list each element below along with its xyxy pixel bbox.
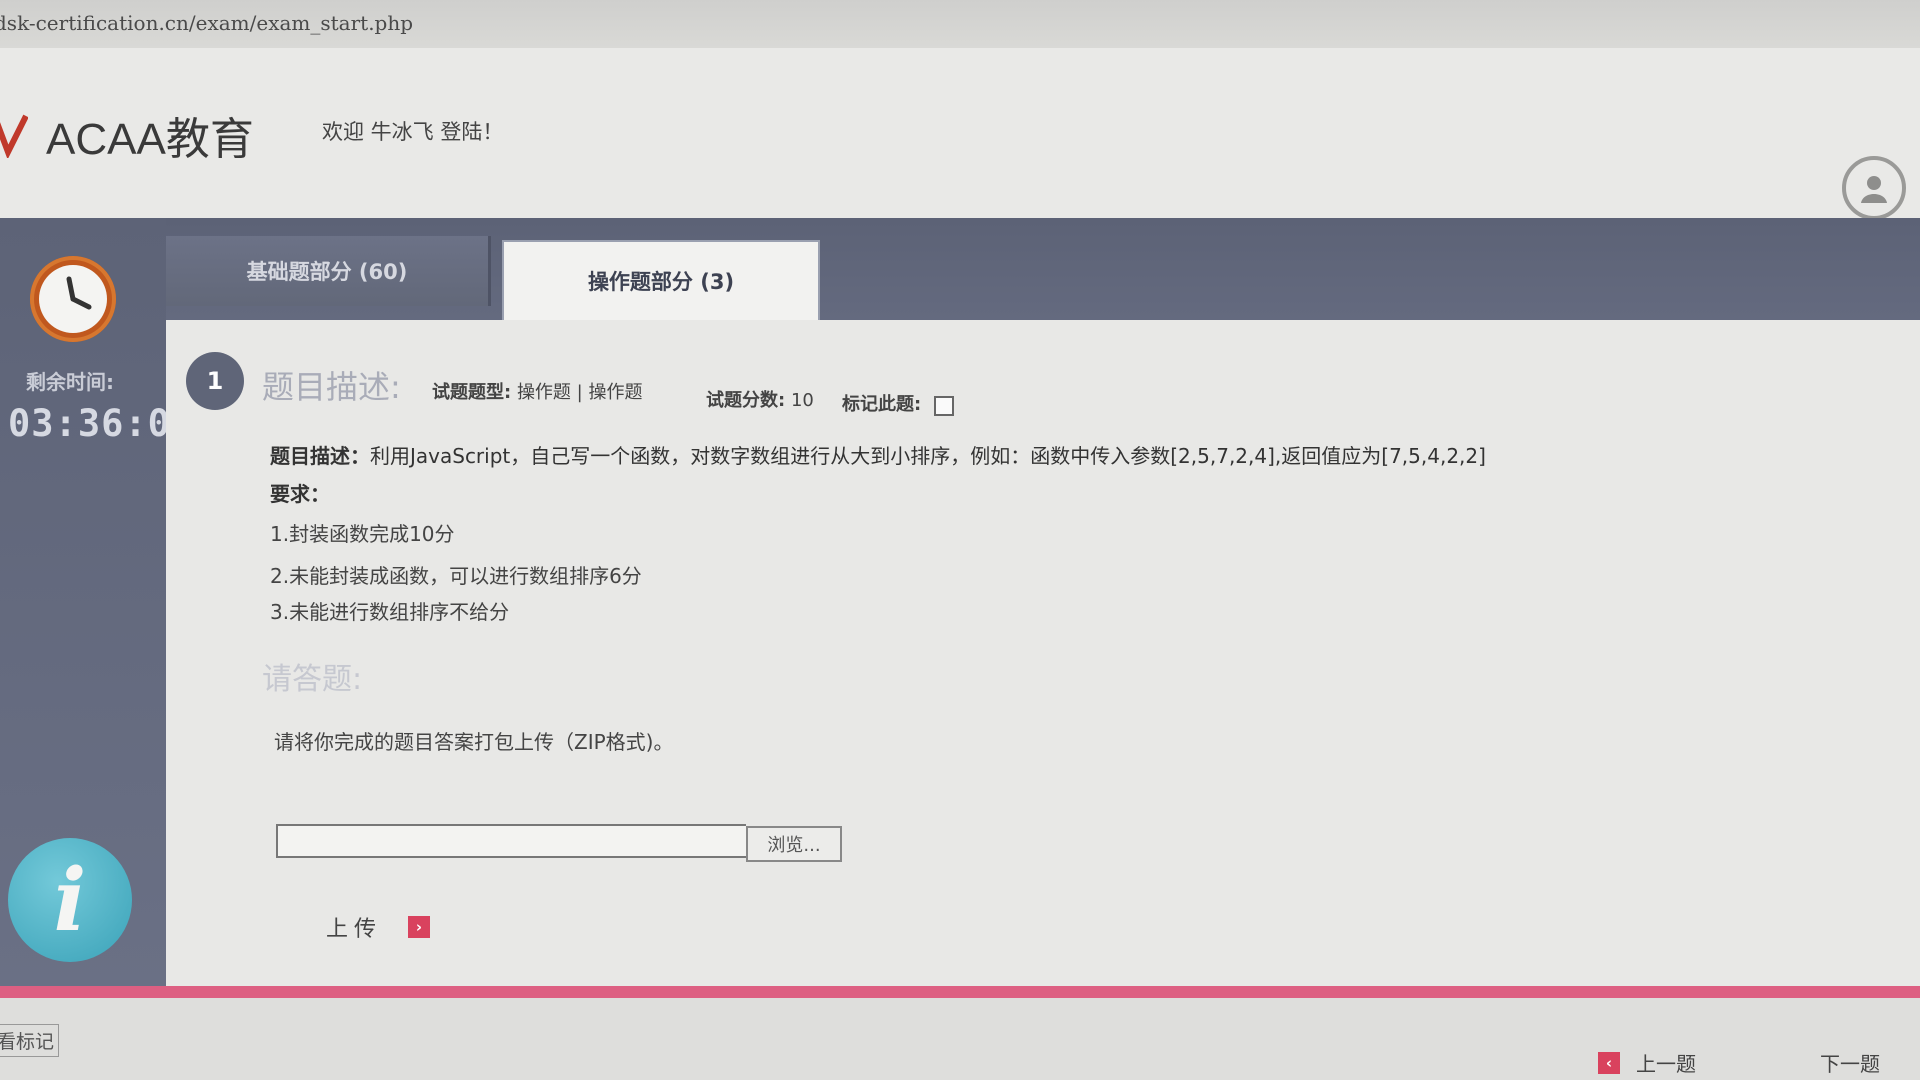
clock-icon <box>30 256 116 342</box>
logo-mark-icon <box>0 110 30 160</box>
tab-label: 基础题部分 (60) <box>246 260 408 284</box>
mark-question-checkbox[interactable] <box>934 396 954 416</box>
info-icon[interactable]: i <box>8 838 132 962</box>
page-header: ACAA教育 欢迎 牛冰飞 登陆！ <box>0 48 1920 220</box>
question-number-badge: 1 <box>186 352 244 410</box>
footer-divider <box>0 986 1920 998</box>
chevron-left-icon: ‹ <box>1598 1051 1620 1074</box>
question-type-label: 试题题型: <box>432 382 512 403</box>
description-label: 题目描述： <box>270 444 370 468</box>
logo-text: ACAA教育 <box>46 115 254 164</box>
tab-operation-questions[interactable]: 操作题部分 (3) <box>502 240 820 320</box>
question-score-value: 10 <box>790 390 814 411</box>
requirement-item: 2.未能封装成函数，可以进行数组排序6分 <box>270 564 642 588</box>
requirements-title: 要求： <box>270 482 330 506</box>
mark-question-label: 标记此题: <box>842 394 922 415</box>
user-account-icon[interactable] <box>1842 156 1906 220</box>
url-text: dsk-certification.cn/exam/exam_start.php <box>0 11 414 35</box>
question-description: 题目描述：利用JavaScript，自己写一个函数，对数字数组进行从大到小排序，… <box>270 440 1486 469</box>
welcome-message: 欢迎 牛冰飞 登陆！ <box>322 120 504 144</box>
description-text: 利用JavaScript，自己写一个函数，对数字数组进行从大到小排序，例如：函数… <box>370 444 1486 468</box>
question-score: 试题分数: 10 <box>706 386 814 412</box>
requirement-item: 3.未能进行数组排序不给分 <box>270 600 510 624</box>
left-sidebar: 剩余时间: 03:36:00 i <box>0 218 193 988</box>
remaining-time-label: 剩余时间: <box>26 370 114 394</box>
previous-question-button[interactable]: ‹ 上一题 <box>1598 1048 1696 1077</box>
browse-button[interactable]: 浏览... <box>746 826 842 862</box>
question-type: 试题题型: 操作题 | 操作题 <box>432 378 642 404</box>
logo: ACAA教育 <box>0 100 254 170</box>
previous-question-label: 上一题 <box>1636 1052 1696 1076</box>
upload-hint: 请将你完成的题目答案打包上传（ZIP格式)。 <box>274 730 674 754</box>
description-section-title: 题目描述: <box>262 368 401 406</box>
chevron-right-icon: › <box>408 916 431 938</box>
requirement-item: 1.封装函数完成10分 <box>270 522 455 546</box>
question-type-value: 操作题 | 操作题 <box>516 382 643 403</box>
mark-question: 标记此题: <box>842 390 921 416</box>
tab-label: 操作题部分 (3) <box>587 270 735 294</box>
next-question-button[interactable]: 下一题 <box>1820 1048 1880 1077</box>
answer-section-title: 请答题: <box>262 662 363 697</box>
question-score-label: 试题分数: <box>706 390 786 411</box>
address-bar[interactable]: dsk-certification.cn/exam/exam_start.php <box>0 0 1920 48</box>
tab-basic-questions[interactable]: 基础题部分 (60) <box>166 236 491 306</box>
upload-button[interactable]: 上传 › <box>284 902 464 952</box>
upload-button-label: 上传 <box>326 917 383 942</box>
question-panel <box>166 320 1920 988</box>
file-path-input[interactable] <box>276 824 746 858</box>
view-marked-button[interactable]: 看标记 <box>0 1024 60 1057</box>
